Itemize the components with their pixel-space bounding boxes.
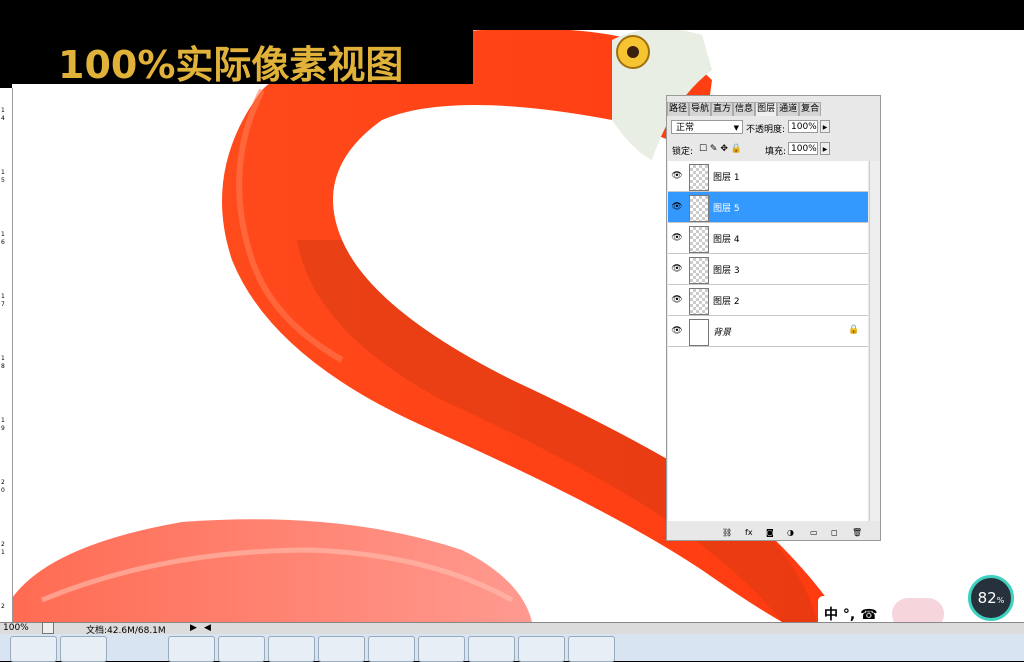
top-black-bar bbox=[0, 0, 1024, 30]
layer-name: 图层 4 bbox=[713, 235, 740, 245]
eye-icon[interactable]: 👁 bbox=[670, 200, 684, 214]
folder-icon[interactable]: ▭ bbox=[810, 528, 818, 537]
eye-icon[interactable]: 👁 bbox=[670, 231, 684, 245]
vertical-ruler: 1 4 1 5 1 6 1 7 1 8 1 9 2 0 2 1 2 bbox=[0, 88, 13, 622]
layer-row[interactable]: 👁 图层 1 bbox=[668, 161, 868, 192]
taskbar-item[interactable] bbox=[218, 636, 265, 662]
ruler-mark: 2 bbox=[1, 603, 5, 610]
ruler-mark: 7 bbox=[1, 301, 5, 308]
panel-tabs: 路径 导航 直方 信息 图层 通道 复合 bbox=[667, 102, 880, 116]
tab-layers[interactable]: 图层 bbox=[755, 102, 778, 116]
layer-row[interactable]: 👁 图层 4 bbox=[668, 223, 868, 254]
lock-label: 锁定: bbox=[672, 147, 694, 157]
layer-row[interactable]: 👁 图层 3 bbox=[668, 254, 868, 285]
layer-name: 图层 1 bbox=[713, 173, 740, 183]
chevron-down-icon: ▼ bbox=[733, 124, 739, 132]
ruler-mark: 2 bbox=[1, 479, 5, 486]
taskbar-item[interactable] bbox=[568, 636, 615, 662]
fx-icon[interactable]: fx bbox=[745, 528, 753, 537]
mask-icon[interactable]: ◙ bbox=[766, 528, 774, 537]
zoom-button[interactable] bbox=[42, 622, 54, 634]
lock-icon: 🔒 bbox=[848, 325, 860, 335]
adjustment-icon[interactable]: ◑ bbox=[787, 528, 794, 537]
fill-label: 填充: bbox=[765, 147, 787, 157]
title-text: 100%实际像素视图 bbox=[58, 43, 404, 87]
layer-row-selected[interactable]: 👁 图层 5 bbox=[668, 192, 868, 223]
eye-icon[interactable]: 👁 bbox=[670, 262, 684, 276]
taskbar-item[interactable] bbox=[318, 636, 365, 662]
ruler-mark: 8 bbox=[1, 363, 5, 370]
tab-paths[interactable]: 路径 bbox=[667, 102, 690, 116]
layer-thumbnail bbox=[689, 288, 709, 315]
taskbar-item[interactable] bbox=[368, 636, 415, 662]
new-layer-icon[interactable]: ◻ bbox=[831, 528, 838, 537]
taskbar-item[interactable] bbox=[268, 636, 315, 662]
tab-comps[interactable]: 复合 bbox=[799, 102, 822, 116]
taskbar-item[interactable] bbox=[468, 636, 515, 662]
tab-channels[interactable]: 通道 bbox=[777, 102, 800, 116]
taskbar bbox=[0, 634, 1024, 662]
tab-histogram[interactable]: 直方 bbox=[711, 102, 734, 116]
panel-scrollbar[interactable] bbox=[869, 161, 880, 521]
eye-icon[interactable]: 👁 bbox=[670, 293, 684, 307]
ruler-mark: 4 bbox=[1, 115, 5, 122]
ruler-mark: 1 bbox=[1, 549, 5, 556]
layer-thumbnail bbox=[689, 195, 709, 222]
taskbar-item[interactable] bbox=[168, 636, 215, 662]
lock-icons[interactable]: ☐ ✎ ✥ 🔒 bbox=[699, 144, 742, 154]
layer-row-background[interactable]: 👁 背景 🔒 bbox=[668, 316, 868, 347]
sticker-text: 中 °, ☎ bbox=[824, 607, 878, 623]
zoom-level[interactable]: 100% bbox=[3, 623, 29, 633]
fill-field[interactable]: 100% bbox=[788, 142, 818, 155]
link-icon[interactable]: ⛓ bbox=[722, 528, 732, 537]
ruler-mark: 1 bbox=[1, 231, 5, 238]
ruler-mark: 1 bbox=[1, 169, 5, 176]
tab-navigator[interactable]: 导航 bbox=[689, 102, 712, 116]
taskbar-item[interactable] bbox=[518, 636, 565, 662]
tab-info[interactable]: 信息 bbox=[733, 102, 756, 116]
ruler-mark: 6 bbox=[1, 239, 5, 246]
ruler-mark: 0 bbox=[1, 487, 5, 494]
ruler-mark: 2 bbox=[1, 541, 5, 548]
taskbar-item[interactable] bbox=[10, 636, 57, 662]
eye-icon[interactable]: 👁 bbox=[670, 324, 684, 338]
layers-list: 👁 图层 1 👁 图层 5 👁 图层 4 👁 图层 3 👁 图层 2 👁 背景 … bbox=[668, 161, 868, 521]
ruler-mark: 5 bbox=[1, 177, 5, 184]
layer-thumbnail bbox=[689, 257, 709, 284]
status-menu-arrow[interactable]: ▶ bbox=[190, 623, 197, 633]
eye-icon[interactable]: 👁 bbox=[670, 169, 684, 183]
layer-name: 图层 2 bbox=[713, 297, 740, 307]
layers-panel[interactable]: 路径 导航 直方 信息 图层 通道 复合 正常 ▼ 不透明度: 100% ▶ 锁… bbox=[666, 95, 881, 541]
fill-slider-button[interactable]: ▶ bbox=[820, 142, 830, 155]
ruler-mark: 1 bbox=[1, 293, 5, 300]
blend-mode-value: 正常 bbox=[676, 123, 695, 133]
ruler-mark: 9 bbox=[1, 425, 5, 432]
scroll-left-arrow[interactable]: ◀ bbox=[204, 623, 211, 633]
badge-value: 82 bbox=[977, 589, 997, 607]
panel-footer: ⛓ fx ◙ ◑ ▭ ◻ 🗑 bbox=[667, 526, 880, 540]
layer-thumbnail bbox=[689, 226, 709, 253]
layer-name: 图层 3 bbox=[713, 266, 740, 276]
ruler-mark: 1 bbox=[1, 355, 5, 362]
opacity-field[interactable]: 100% bbox=[788, 120, 818, 133]
layer-name: 图层 5 bbox=[713, 204, 740, 214]
taskbar-item[interactable] bbox=[418, 636, 465, 662]
ruler-mark: 1 bbox=[1, 107, 5, 114]
blend-mode-select[interactable]: 正常 ▼ bbox=[671, 120, 743, 134]
opacity-slider-button[interactable]: ▶ bbox=[820, 120, 830, 133]
layer-name: 背景 bbox=[713, 328, 732, 338]
layer-thumbnail bbox=[689, 164, 709, 191]
badge-unit: % bbox=[996, 596, 1005, 605]
layer-thumbnail bbox=[689, 319, 709, 346]
trash-icon[interactable]: 🗑 bbox=[852, 528, 862, 537]
taskbar-item[interactable] bbox=[60, 636, 107, 662]
layer-row[interactable]: 👁 图层 2 bbox=[668, 285, 868, 316]
progress-badge: 82% bbox=[968, 575, 1014, 621]
opacity-label: 不透明度: bbox=[746, 125, 786, 135]
title-banner: 100%实际像素视图 bbox=[0, 30, 473, 87]
ruler-mark: 1 bbox=[1, 417, 5, 424]
